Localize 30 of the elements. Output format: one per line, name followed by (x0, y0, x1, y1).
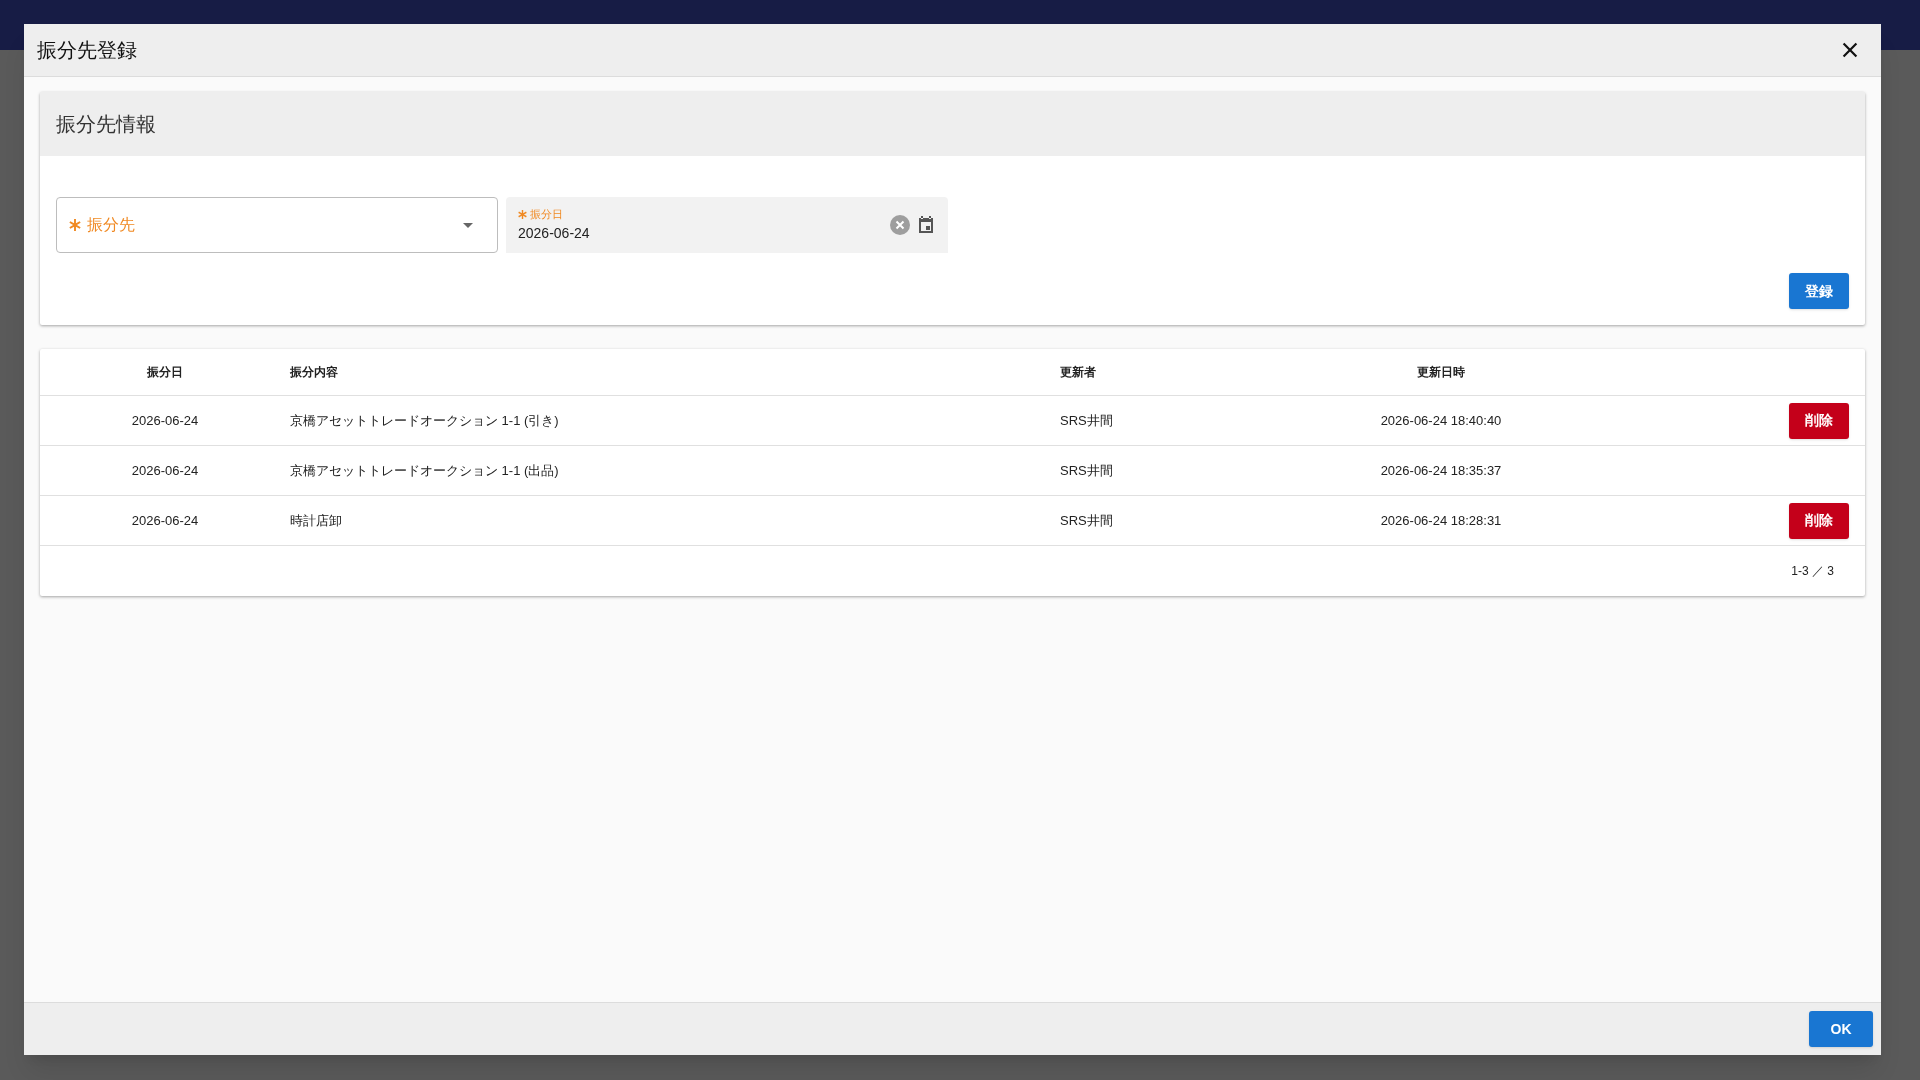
column-header: 更新者 (1060, 364, 1097, 381)
column-header: 振分内容 (290, 364, 339, 381)
field-label: 振分日 (530, 207, 563, 223)
section-title: 振分先情報 (56, 112, 156, 137)
calendar-icon[interactable] (916, 215, 936, 235)
table-cell-text: SRS井間 (1060, 461, 1114, 480)
table-cell-text: 2026-06-24 (131, 411, 199, 430)
pagination-text: 1-3 ／ 3 (1791, 563, 1834, 580)
column-header: 更新日時 (1417, 364, 1465, 381)
dropdown-icon (463, 222, 473, 228)
table-cell-text: SRS井間 (1060, 411, 1114, 430)
register-button[interactable]: 登録 (1789, 273, 1849, 309)
ok-button[interactable]: OK (1809, 1011, 1873, 1047)
column-header: 振分日 (147, 364, 183, 381)
delete-button[interactable]: 削除 (1789, 402, 1849, 439)
date-field[interactable]: 振分日 2026-06-24 (506, 197, 948, 253)
field-value: 2026-06-24 (518, 223, 591, 243)
clear-icon[interactable] (890, 215, 910, 235)
table-cell-text: 2026-06-24 (131, 461, 199, 480)
delete-button[interactable]: 削除 (1789, 502, 1849, 539)
table-cell-text: 京橋アセットトレードオークション 1-1 (出品) (290, 461, 560, 480)
table-cell-text: SRS井間 (1060, 511, 1114, 530)
table-cell-text: 2026-06-24 18:28:31 (1380, 511, 1502, 530)
dialog-title: 振分先登録 (37, 38, 137, 63)
table-cell-text: 2026-06-24 (131, 511, 199, 530)
table-cell-text: 時計店卸 (290, 511, 343, 530)
table-cell-text: 2026-06-24 18:40:40 (1380, 411, 1502, 430)
table-cell-text: 2026-06-24 18:35:37 (1380, 461, 1502, 480)
select-label: 振分先 (87, 215, 136, 235)
table-cell-text: 京橋アセットトレードオークション 1-1 (引き) (290, 411, 560, 430)
